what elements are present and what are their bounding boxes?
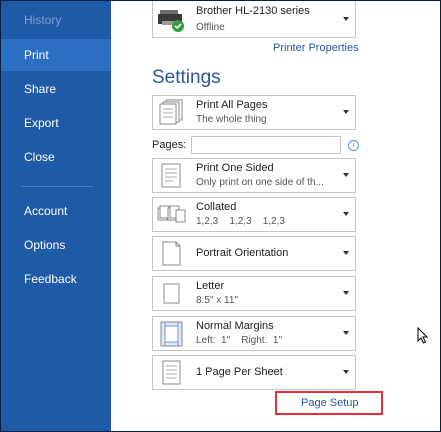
pages-per-sheet-label: 1 Page Per Sheet bbox=[196, 366, 283, 378]
mouse-cursor-icon bbox=[417, 326, 429, 350]
sides-select[interactable]: Print One Sided Only print on one side o… bbox=[152, 158, 356, 193]
margins-label: Normal Margins bbox=[196, 320, 274, 332]
print-range-label: Print All Pages bbox=[196, 99, 268, 111]
sidebar: History Print Share Export Close Account… bbox=[1, 1, 111, 431]
printer-select[interactable]: Brother HL-2130 series Offline bbox=[152, 1, 356, 38]
margins-select[interactable]: Normal Margins Left: 1" Right: 1" bbox=[152, 316, 356, 351]
page-per-sheet-icon bbox=[157, 359, 186, 386]
chevron-down-icon bbox=[343, 331, 349, 335]
orientation-label: Portrait Orientation bbox=[196, 247, 289, 259]
sidebar-divider bbox=[21, 186, 93, 187]
portrait-icon bbox=[157, 240, 186, 267]
print-range-sub: The whole thing bbox=[196, 114, 267, 125]
sidebar-item-options[interactable]: Options bbox=[1, 229, 111, 261]
collation-select[interactable]: Collated 1,2,3 1,2,3 1,2,3 bbox=[152, 197, 356, 232]
sidebar-item-account[interactable]: Account bbox=[1, 195, 111, 227]
printer-name: Brother HL-2130 series bbox=[196, 5, 310, 17]
info-icon[interactable]: i bbox=[348, 140, 359, 151]
chevron-down-icon bbox=[343, 110, 349, 114]
highlight-box bbox=[275, 391, 383, 415]
printer-icon bbox=[157, 4, 186, 32]
chevron-down-icon bbox=[343, 173, 349, 177]
sidebar-item-share[interactable]: Share bbox=[1, 73, 111, 105]
pages-input[interactable] bbox=[191, 136, 341, 154]
sides-label: Print One Sided bbox=[196, 162, 274, 174]
chevron-down-icon bbox=[343, 291, 349, 295]
paper-size-label: Letter bbox=[196, 280, 225, 292]
pages-per-sheet-select[interactable]: 1 Page Per Sheet bbox=[152, 355, 356, 390]
print-settings-panel: Brother HL-2130 series Offline Printer P… bbox=[111, 1, 440, 431]
collation-label: Collated bbox=[196, 201, 237, 213]
margins-icon bbox=[157, 320, 186, 347]
print-backstage: History Print Share Export Close Account… bbox=[0, 0, 441, 432]
chevron-down-icon bbox=[343, 212, 349, 216]
paper-size-select[interactable]: Letter 8.5" x 11" bbox=[152, 276, 356, 311]
paper-size-sub: 8.5" x 11" bbox=[196, 295, 238, 306]
paper-icon bbox=[157, 280, 186, 307]
collated-icon bbox=[157, 201, 186, 228]
sidebar-item-close[interactable]: Close bbox=[1, 141, 111, 173]
print-range-select[interactable]: Print All Pages The whole thing bbox=[152, 95, 356, 130]
collation-sub: 1,2,3 1,2,3 1,2,3 bbox=[196, 216, 285, 227]
chevron-down-icon bbox=[343, 370, 349, 374]
margins-sub: Left: 1" Right: 1" bbox=[196, 335, 283, 346]
chevron-down-icon bbox=[343, 17, 349, 21]
sidebar-item-feedback[interactable]: Feedback bbox=[1, 263, 111, 295]
orientation-select[interactable]: Portrait Orientation bbox=[152, 236, 356, 271]
settings-heading: Settings bbox=[152, 67, 221, 88]
sidebar-item-export[interactable]: Export bbox=[1, 107, 111, 139]
sidebar-item-print[interactable]: Print bbox=[1, 39, 111, 71]
sides-sub: Only print on one side of th... bbox=[196, 177, 324, 188]
printer-status: Offline bbox=[196, 22, 225, 33]
sidebar-item-history[interactable]: History bbox=[1, 4, 111, 36]
chevron-down-icon bbox=[343, 251, 349, 255]
printer-properties-link[interactable]: Printer Properties bbox=[273, 42, 359, 54]
pages-label: Pages: bbox=[152, 139, 187, 151]
pages-icon bbox=[157, 99, 186, 126]
one-sided-icon bbox=[157, 162, 186, 189]
